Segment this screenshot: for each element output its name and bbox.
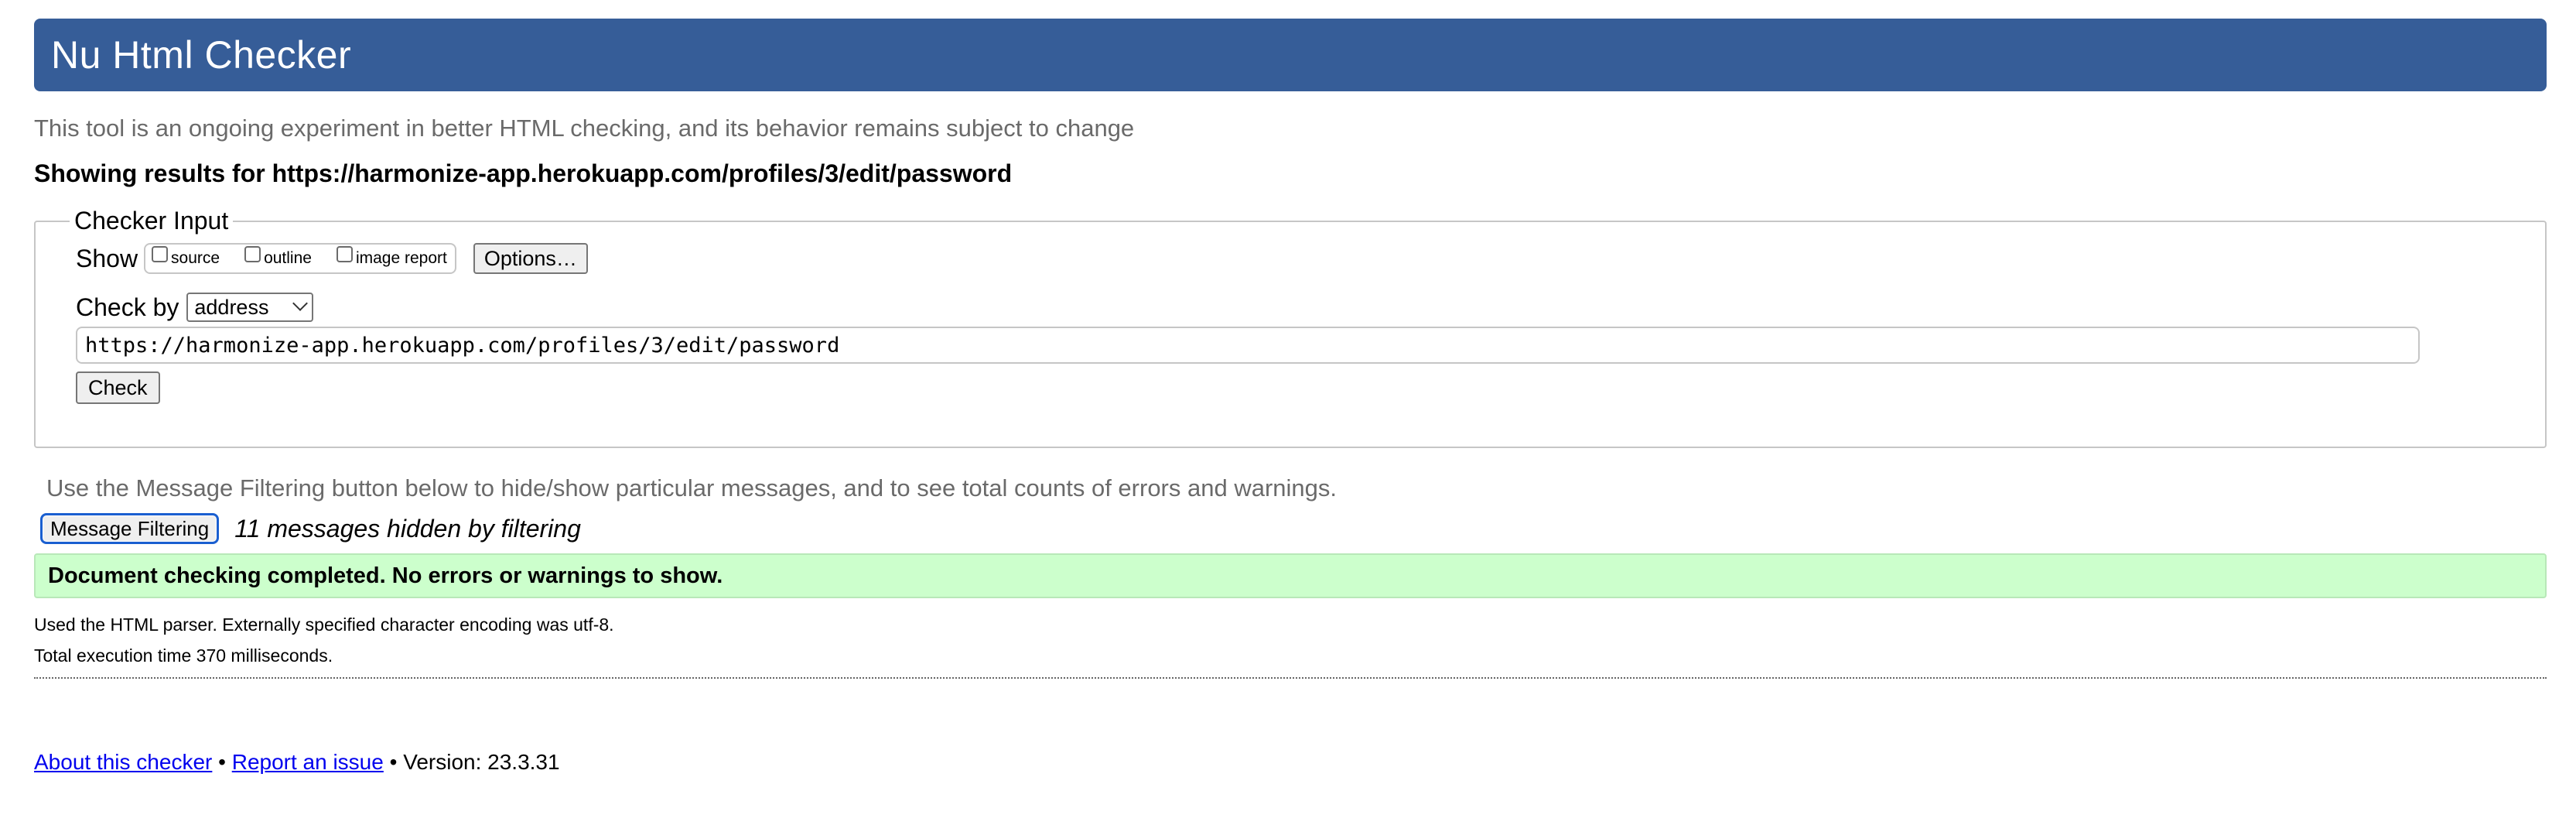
message-filtering-button[interactable]: Message Filtering [40,513,220,544]
filtering-row: Message Filtering 11 messages hidden by … [40,513,2547,544]
url-input[interactable]: https://harmonize-app.herokuapp.com/prof… [76,327,2420,364]
parser-info: Used the HTML parser. Externally specifi… [34,614,614,635]
results-for-heading: Showing results for https://harmonize-ap… [34,159,1013,187]
intro-text: This tool is an ongoing experiment in be… [34,115,1135,142]
filtering-info-text: Use the Message Filtering button below t… [46,474,1338,502]
success-message: Document checking completed. No errors o… [34,553,2547,598]
show-row: Show source outline image report Options… [76,241,2545,276]
report-issue-link[interactable]: Report an issue [232,750,384,774]
source-checkbox-label: source [171,249,220,267]
checker-input-legend: Checker Input [74,207,229,234]
about-checker-link[interactable]: About this checker [34,750,212,774]
check-button[interactable]: Check [76,371,160,404]
check-by-selected-value: address [194,295,269,319]
outline-checkbox-label: outline [264,249,312,267]
show-image-report-option: image report [336,245,447,268]
page: Nu Html Checker This tool is an ongoing … [34,19,2547,775]
footer: About this checker • Report an issue • V… [34,750,2547,775]
version-text: • Version: 23.3.31 [383,750,560,774]
show-options-group: source outline image report [144,243,456,274]
checker-input-fieldset: Checker Input Show source outline image … [34,207,2547,448]
outline-checkbox[interactable] [244,245,261,262]
check-by-label: Check by [76,293,179,321]
check-by-select[interactable]: address [186,293,314,322]
execution-time: Total execution time 370 milliseconds. [34,645,333,666]
page-title: Nu Html Checker [51,33,352,77]
source-checkbox[interactable] [152,245,169,262]
options-button[interactable]: Options… [473,243,588,274]
result-details: Used the HTML parser. Externally specifi… [34,609,2547,671]
show-outline-option: outline [244,245,312,268]
show-label: Show [76,244,138,272]
image-report-checkbox-label: image report [355,249,447,267]
hidden-messages-count: 11 messages hidden by filtering [234,514,581,543]
check-by-row: Check by address [76,293,2545,322]
header-banner: Nu Html Checker [34,19,2547,91]
footer-separator: • [212,750,232,774]
dotted-divider [34,677,2547,679]
chevron-down-icon [292,296,309,311]
show-source-option: source [152,245,220,268]
image-report-checkbox[interactable] [336,245,353,262]
